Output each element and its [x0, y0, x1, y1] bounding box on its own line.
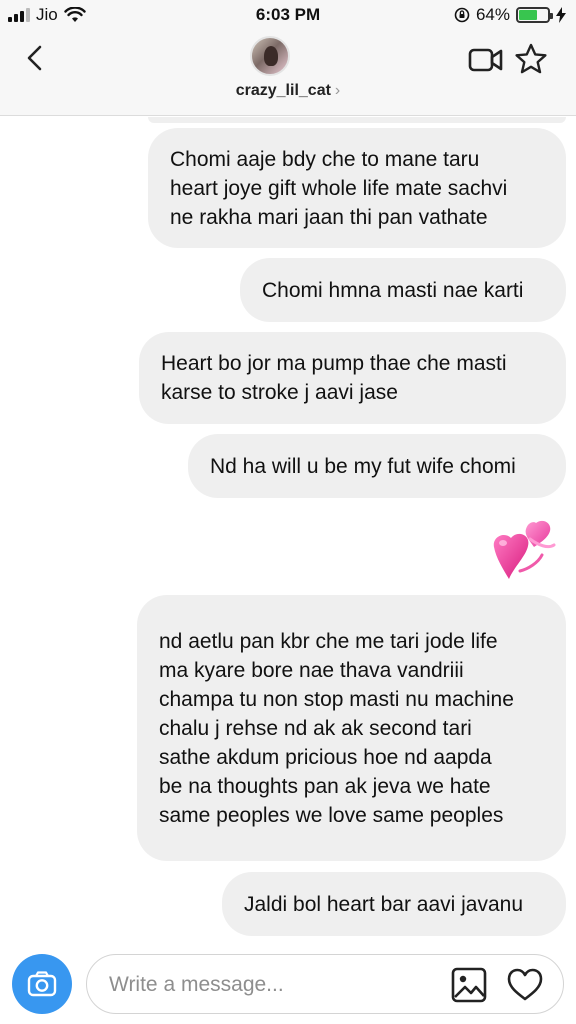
- message-bubble[interactable]: Chomi hmna masti nae karti: [240, 258, 566, 322]
- status-bar: Jio 6:03 PM 64%: [0, 0, 576, 30]
- heart-icon[interactable]: [507, 967, 543, 1003]
- message-list[interactable]: Chomi aaje bdy che to mane taru heart jo…: [0, 117, 576, 947]
- two-hearts-icon[interactable]: [490, 519, 558, 585]
- message-text: Heart bo jor ma pump thae che masti kars…: [161, 352, 507, 404]
- message-text: nd aetlu pan kbr che me tari jode life m…: [159, 629, 514, 827]
- message-input-wrapper: [86, 954, 564, 1014]
- back-arrow-icon[interactable]: [22, 44, 50, 72]
- message-bubble[interactable]: Heart bo jor ma pump thae che masti kars…: [139, 332, 566, 424]
- camera-button[interactable]: [12, 954, 72, 1014]
- battery-fill: [519, 10, 537, 20]
- chat-header: crazy_lil_cat ›: [0, 30, 576, 116]
- message-bubble[interactable]: nd aetlu pan kbr che me tari jode life m…: [137, 595, 566, 861]
- star-icon[interactable]: [514, 42, 548, 76]
- battery-icon: [516, 7, 553, 23]
- charging-bolt-icon: [556, 7, 566, 23]
- camera-icon: [27, 971, 57, 997]
- message-bubble[interactable]: Nd ha will u be my fut wife chomi: [188, 434, 566, 498]
- message-bubble[interactable]: Chomi aaje bdy che to mane taru heart jo…: [148, 128, 566, 248]
- username-label: crazy_lil_cat: [235, 82, 331, 99]
- previous-message-edge: [148, 117, 566, 123]
- message-input[interactable]: [109, 971, 439, 999]
- chevron-right-icon: ›: [334, 82, 341, 99]
- username[interactable]: crazy_lil_cat ›: [0, 82, 576, 100]
- orientation-lock-icon: [454, 7, 470, 23]
- avatar[interactable]: [250, 36, 290, 76]
- status-right: 64%: [454, 5, 566, 25]
- message-text: Chomi aaje bdy che to mane taru heart jo…: [170, 147, 508, 229]
- message-text: Chomi hmna masti nae karti: [262, 278, 524, 302]
- message-text: Jaldi bol heart bar aavi javanu: [244, 892, 524, 916]
- video-camera-icon[interactable]: [468, 46, 504, 74]
- message-composer: [0, 947, 576, 1024]
- battery-percent: 64%: [475, 5, 510, 24]
- message-text: Nd ha will u be my fut wife chomi: [210, 454, 516, 478]
- message-bubble[interactable]: Jaldi bol heart bar aavi javanu: [222, 872, 566, 936]
- gallery-icon[interactable]: [451, 967, 487, 1003]
